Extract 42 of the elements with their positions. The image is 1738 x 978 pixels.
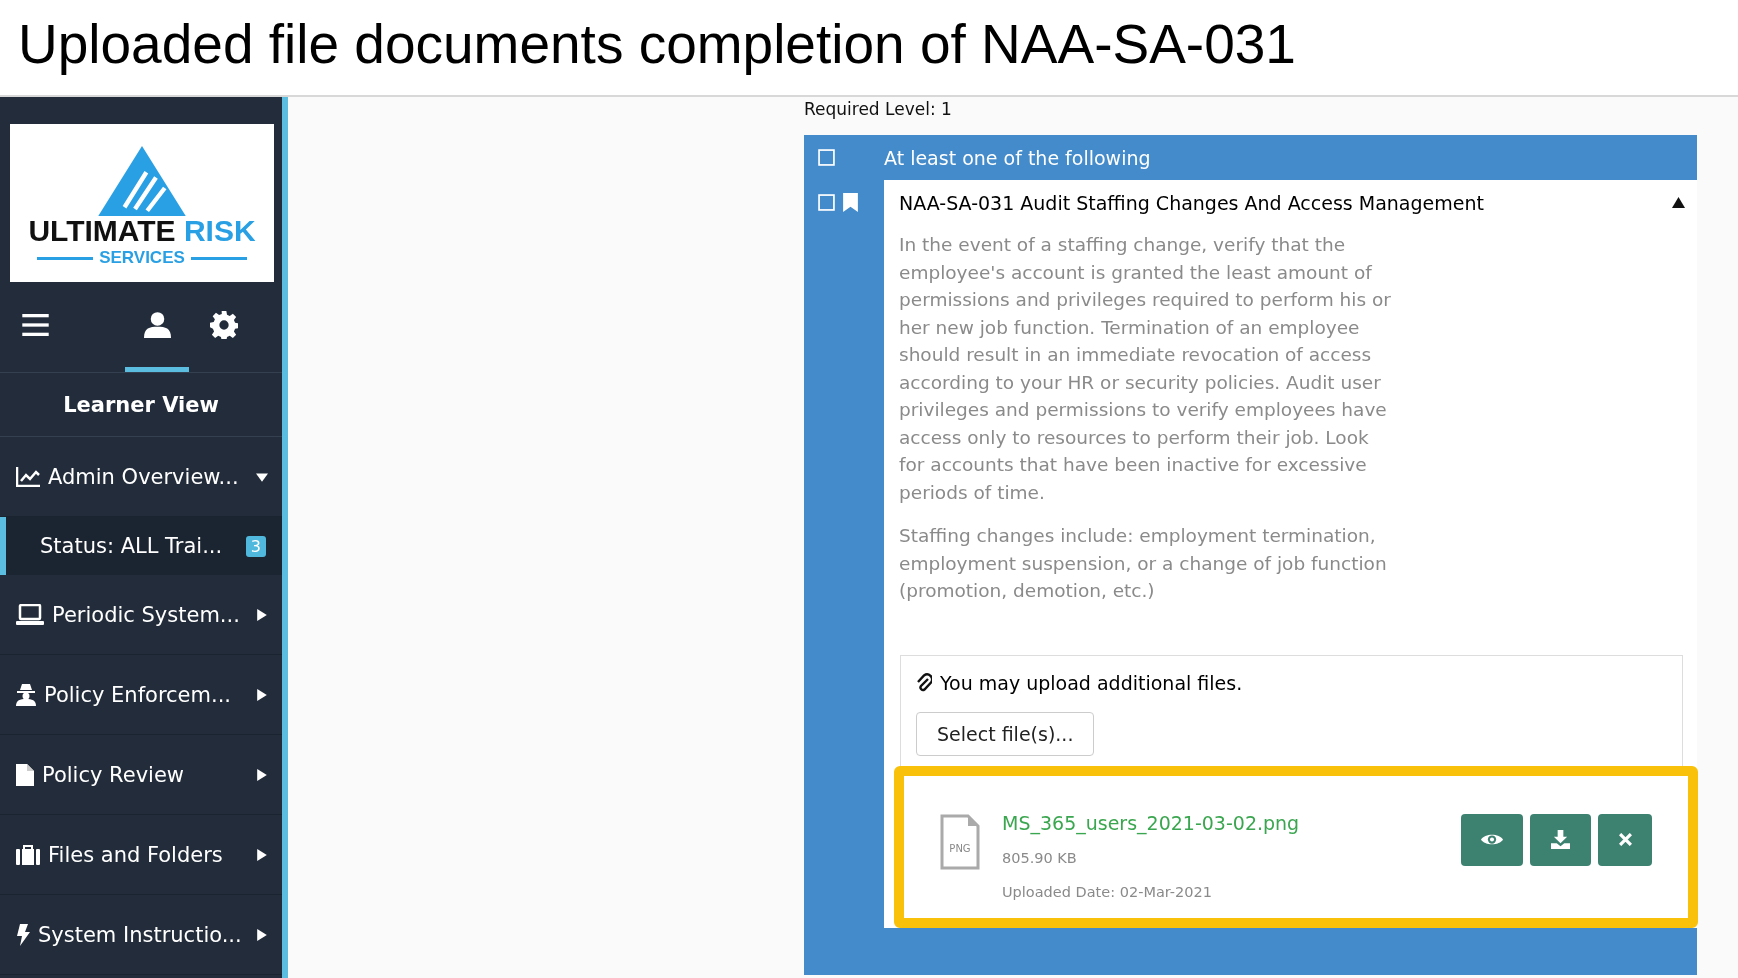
select-files-button[interactable]: Select file(s)... xyxy=(916,711,1095,756)
slide-title: Uploaded file documents completion of NAA-SA-031 xyxy=(17,12,1297,76)
view-button[interactable] xyxy=(1461,813,1523,866)
paperclip-icon xyxy=(916,672,932,693)
sidebar-menu-item[interactable]: Policy Review xyxy=(0,735,282,815)
lightning-icon xyxy=(16,923,30,946)
requirement-title[interactable]: NAA-SA-031 Audit Staffing Changes And Access Management xyxy=(899,191,1484,214)
close-icon xyxy=(1618,833,1632,846)
upload-note: You may upload additional files. xyxy=(940,671,1243,694)
count-badge: 3 xyxy=(245,535,266,557)
download-button[interactable] xyxy=(1530,813,1591,866)
sidebar-menu-item[interactable]: Policy Enforcem... xyxy=(0,655,282,735)
sidebar-menu-item[interactable]: Files and Folders xyxy=(0,815,282,895)
pyramid-logo-icon xyxy=(97,146,187,216)
briefcase-icon xyxy=(16,844,40,865)
file-size-text: 805.90 KB xyxy=(1002,849,1078,866)
user-icon xyxy=(143,311,171,338)
description-paragraph: Staffing changes include: employment termination, employment suspension, or a change of job function (promotion, demotion, etc.) xyxy=(899,524,1388,603)
download-icon xyxy=(1551,830,1570,849)
laptop-icon xyxy=(16,603,44,626)
menu-icon xyxy=(21,313,49,336)
logo-subtitle: SERVICES xyxy=(99,248,185,268)
sidebar-menu-item[interactable]: System Instructio... xyxy=(0,895,282,975)
description-paragraph: In the event of a staffing change, verify that the employee's account is granted the least amount of permissions and privileges required to perform his or her new job function. Termination of an employee should result in an immediate revocation of access according to your HR or security policies. Audit user privileges and permissions to verify employees have access only to resources to perform their job. Look for accounts that have been inactive for excessive periods of time. xyxy=(899,233,1392,505)
sidebar-submenu-item[interactable]: Status: ALL Trai... 3 xyxy=(0,517,282,575)
eye-icon xyxy=(1481,832,1503,847)
checkbox[interactable] xyxy=(818,149,835,166)
sidebar-menu-item[interactable]: Periodic System... xyxy=(0,575,282,655)
logo-wordmark: ULTIMATE RISK xyxy=(28,216,256,246)
png-file-icon: PNG xyxy=(940,813,980,870)
learner-view-label: Learner View xyxy=(0,373,282,437)
file-icon xyxy=(16,763,34,786)
group-heading: At least one of the following xyxy=(884,146,1151,169)
bookmark-icon[interactable] xyxy=(843,193,858,212)
settings-icon xyxy=(210,310,238,339)
required-level-text: Required Level: 1 xyxy=(804,98,953,121)
collapse-triangle-icon[interactable] xyxy=(1672,197,1685,208)
upload-date-text: Uploaded Date: 02-Mar-2021 xyxy=(1002,883,1213,900)
spy-icon xyxy=(16,683,36,706)
delete-button[interactable] xyxy=(1598,813,1652,866)
checkbox[interactable] xyxy=(818,194,835,211)
line-chart-icon xyxy=(16,466,40,487)
